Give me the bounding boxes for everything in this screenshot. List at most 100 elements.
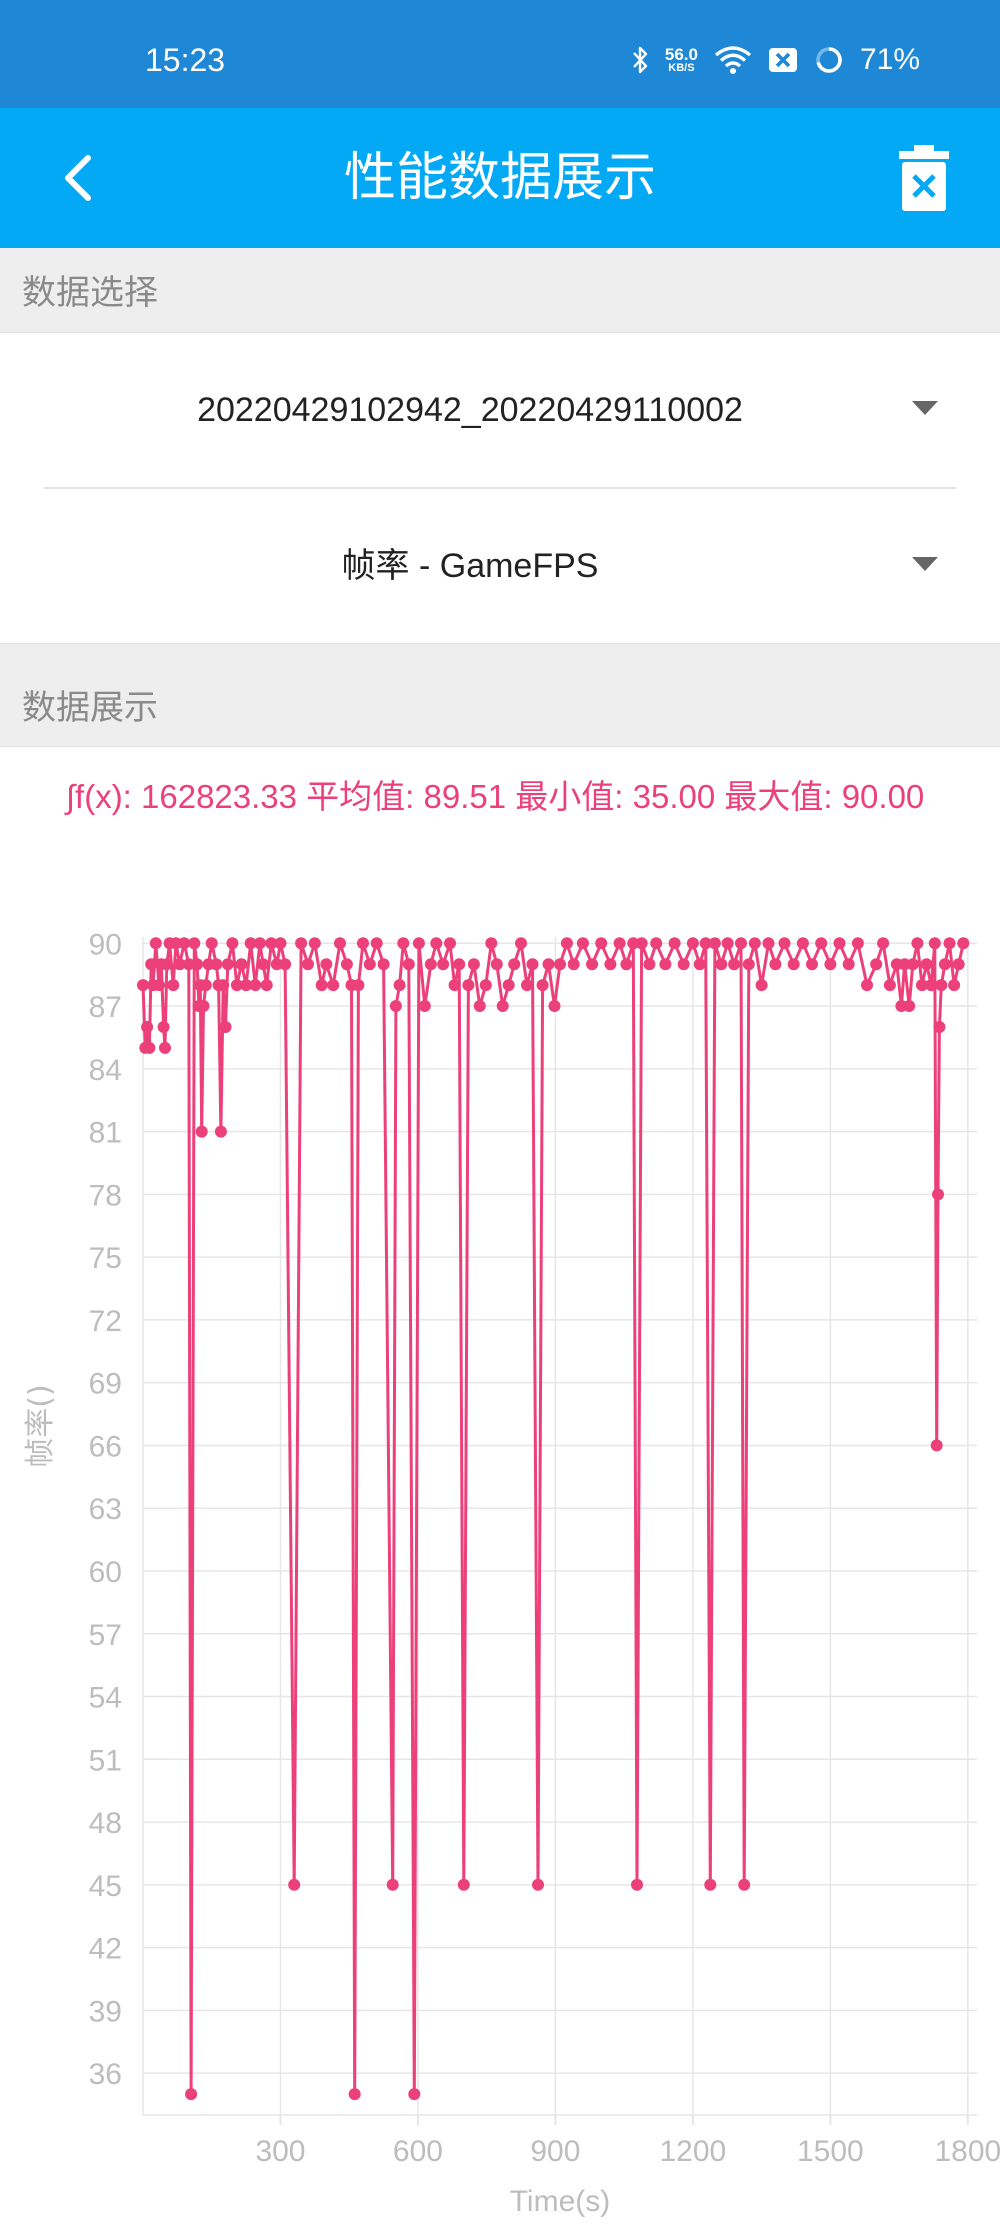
data-point bbox=[274, 937, 287, 950]
file-dropdown-value: 20220429102942_20220429110002 bbox=[197, 391, 743, 429]
data-point bbox=[448, 979, 461, 992]
fps-line-chart[interactable]: 36 39 42 45 48 51 54 57 60 63 66 69 72 75 78 81 84 87 90 30… bbox=[0, 747, 1000, 2233]
data-point bbox=[502, 979, 515, 992]
y-tick-label: 90 bbox=[89, 928, 122, 961]
data-point bbox=[906, 958, 919, 971]
data-point bbox=[479, 979, 492, 992]
y-tick-label: 39 bbox=[89, 1995, 122, 2028]
data-point bbox=[430, 937, 443, 950]
data-point bbox=[485, 937, 498, 950]
data-point bbox=[288, 1878, 301, 1891]
data-point bbox=[911, 937, 924, 950]
data-point bbox=[444, 937, 456, 950]
data-point bbox=[249, 979, 262, 992]
data-point bbox=[226, 937, 239, 950]
data-point bbox=[397, 937, 410, 950]
metric-dropdown[interactable]: 帧率 - GameFPS bbox=[44, 489, 956, 643]
data-point bbox=[191, 958, 204, 971]
data-point bbox=[548, 1000, 561, 1012]
data-point bbox=[217, 979, 230, 992]
data-point bbox=[467, 958, 480, 971]
data-point bbox=[815, 937, 828, 950]
data-point bbox=[402, 958, 415, 971]
data-point bbox=[462, 979, 475, 992]
y-tick-label: 69 bbox=[89, 1368, 122, 1401]
data-point bbox=[787, 958, 800, 971]
data-point bbox=[377, 958, 390, 971]
data-point bbox=[141, 1021, 154, 1033]
data-point bbox=[320, 958, 333, 971]
bluetooth-icon bbox=[632, 46, 648, 74]
delete-button[interactable] bbox=[898, 144, 950, 212]
data-point bbox=[643, 958, 656, 971]
data-point bbox=[943, 937, 956, 950]
data-point bbox=[769, 958, 782, 971]
data-point bbox=[576, 937, 589, 950]
data-point bbox=[620, 958, 633, 971]
data-point bbox=[496, 1000, 509, 1012]
status-time: 15:23 bbox=[145, 42, 226, 78]
data-point bbox=[738, 1878, 751, 1891]
data-point bbox=[870, 958, 883, 971]
data-point bbox=[806, 958, 818, 971]
data-point bbox=[521, 979, 533, 992]
x-tick-label: 1500 bbox=[797, 2135, 864, 2168]
data-point bbox=[153, 979, 165, 992]
data-point bbox=[143, 1041, 156, 1054]
data-point bbox=[935, 979, 948, 992]
data-select-header: 数据选择 bbox=[0, 248, 1000, 332]
data-point bbox=[327, 979, 340, 992]
data-point bbox=[735, 937, 747, 950]
x-axis-label: Time(s) bbox=[510, 2185, 611, 2218]
data-point bbox=[260, 979, 273, 992]
data-point bbox=[851, 937, 864, 950]
data-point bbox=[453, 958, 466, 971]
data-point bbox=[167, 979, 180, 992]
data-point bbox=[235, 958, 248, 971]
y-tick-label: 75 bbox=[89, 1242, 122, 1275]
data-point bbox=[933, 1021, 946, 1033]
battery-ring-icon bbox=[816, 47, 842, 73]
data-point bbox=[721, 937, 734, 950]
data-point bbox=[408, 2088, 421, 2101]
data-point bbox=[715, 958, 728, 971]
y-tick-label: 81 bbox=[89, 1117, 122, 1150]
data-point bbox=[762, 937, 775, 950]
data-point bbox=[693, 958, 706, 971]
data-point bbox=[938, 958, 951, 971]
data-point bbox=[386, 1878, 399, 1891]
data-point bbox=[631, 1878, 643, 1891]
net-speed: 56.0 KB/S bbox=[665, 46, 698, 74]
data-point bbox=[877, 937, 890, 950]
data-point bbox=[948, 979, 961, 992]
trash-icon bbox=[899, 145, 949, 211]
data-point bbox=[221, 958, 234, 971]
file-dropdown[interactable]: 20220429102942_20220429110002 bbox=[44, 333, 956, 487]
data-point bbox=[567, 958, 580, 971]
data-point bbox=[363, 958, 376, 971]
data-display-header: 数据展示 bbox=[0, 644, 1000, 746]
net-speed-unit: KB/S bbox=[668, 62, 695, 74]
data-point bbox=[334, 937, 346, 950]
data-point bbox=[659, 958, 672, 971]
data-point bbox=[677, 958, 690, 971]
x-tick-label: 1200 bbox=[660, 2135, 727, 2168]
data-point bbox=[650, 937, 663, 950]
back-button[interactable] bbox=[50, 148, 110, 208]
wifi-icon bbox=[714, 46, 752, 74]
data-point bbox=[340, 958, 353, 971]
y-tick-label: 78 bbox=[89, 1179, 122, 1212]
data-point bbox=[348, 2088, 361, 2101]
data-point bbox=[302, 958, 314, 971]
y-tick-label: 84 bbox=[89, 1054, 122, 1087]
data-point bbox=[613, 937, 626, 950]
x-tick-label: 600 bbox=[393, 2135, 443, 2168]
data-point bbox=[903, 1000, 916, 1012]
data-point bbox=[188, 937, 201, 950]
data-point bbox=[668, 937, 681, 950]
data-point bbox=[560, 937, 573, 950]
page-title: 性能数据展示 bbox=[343, 148, 656, 208]
y-tick-label: 42 bbox=[89, 1933, 122, 1966]
data-point bbox=[185, 2088, 198, 2101]
data-point bbox=[542, 958, 555, 971]
